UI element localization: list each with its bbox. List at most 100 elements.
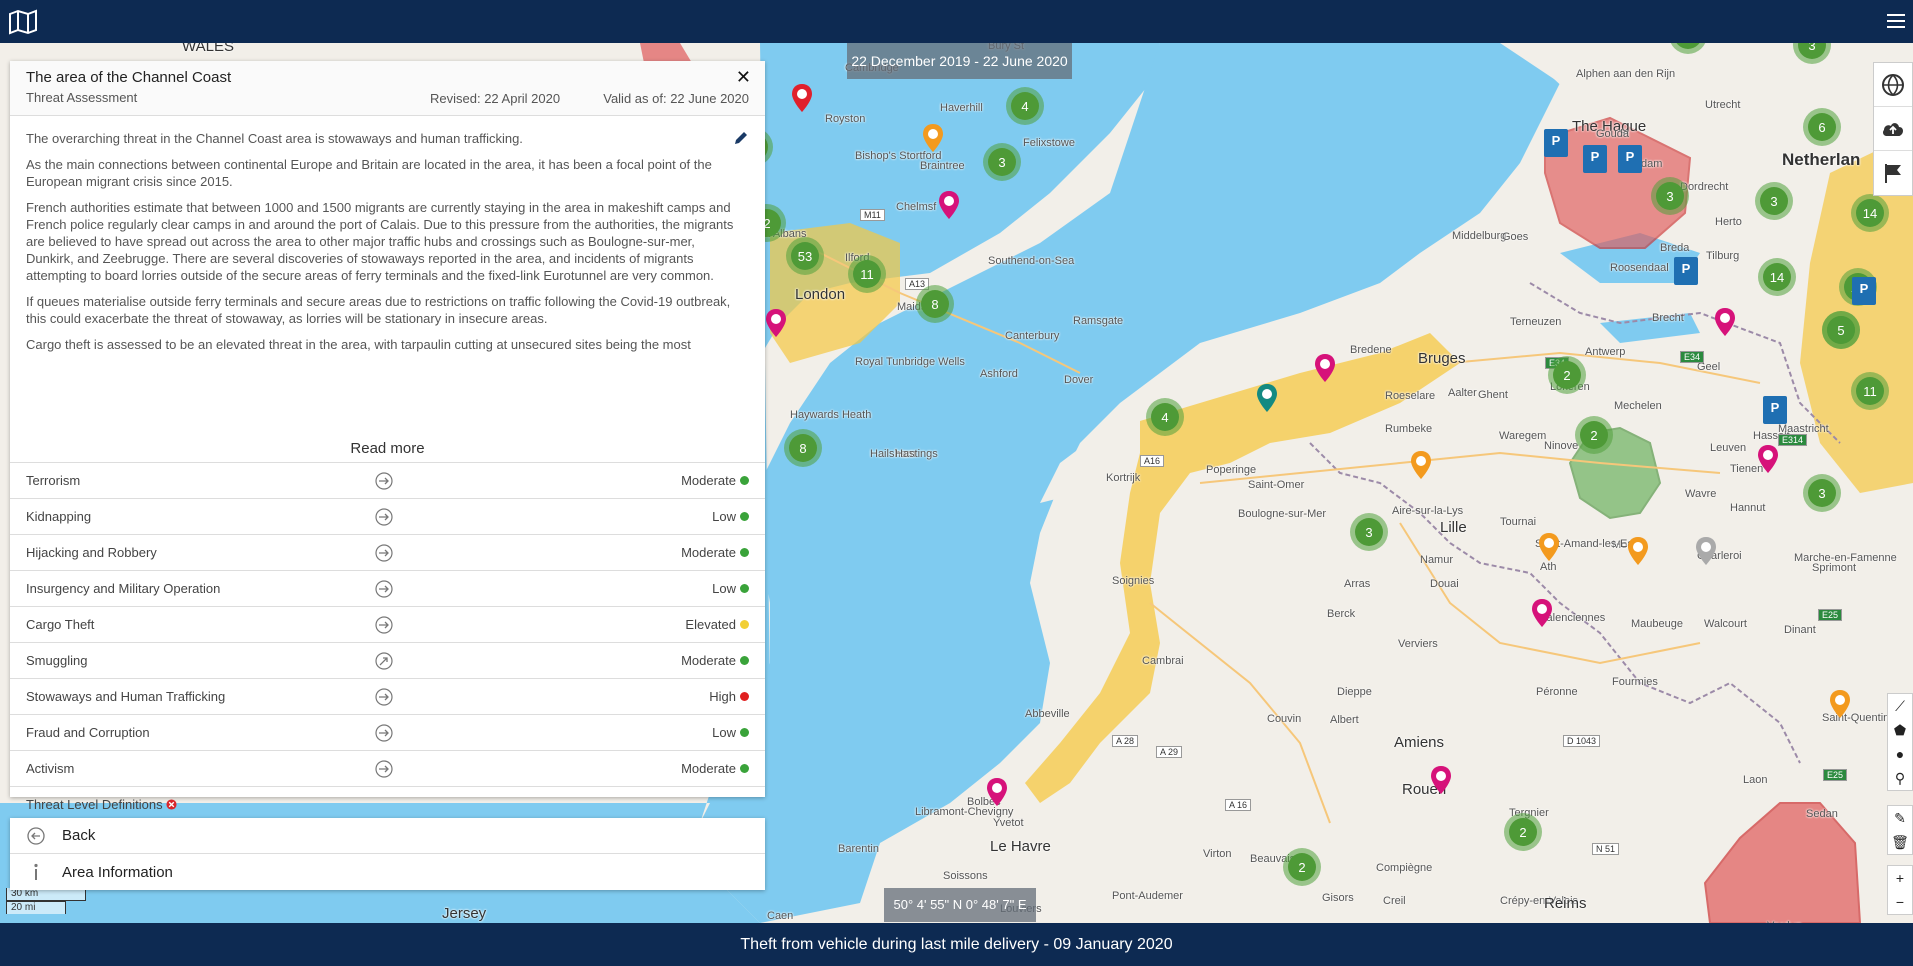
incident-cluster[interactable]: 4 <box>1146 398 1184 436</box>
threat-name: Fraud and Corruption <box>26 725 150 740</box>
threat-level: Moderate <box>681 653 749 668</box>
incident-cluster[interactable]: 5 <box>1822 311 1860 349</box>
hazard-pin-orange-icon[interactable] <box>1410 450 1432 480</box>
threat-level-label: High <box>709 689 736 704</box>
incident-cluster[interactable]: 3 <box>1803 474 1841 512</box>
incident-cluster[interactable]: 2 <box>1575 416 1613 454</box>
incident-cluster[interactable]: 2 <box>1548 356 1586 394</box>
parking-pin-icon[interactable]: P <box>1583 145 1607 173</box>
parking-pin-icon[interactable]: P <box>1618 145 1642 173</box>
incident-cluster[interactable]: 4 <box>1006 87 1044 125</box>
threat-row[interactable]: Stowaways and Human Trafficking High <box>10 678 765 714</box>
delete-layers-button[interactable]: 🗑 <box>1888 830 1912 854</box>
edit-layers-button[interactable]: ✎ <box>1888 806 1912 830</box>
draw-circle-button[interactable]: ● <box>1888 742 1912 766</box>
map-place-label: Southend-on-Sea <box>988 255 1075 267</box>
threat-level-definitions-link[interactable]: Threat Level Definitions <box>10 786 765 822</box>
hazard-pin-magenta-icon[interactable] <box>1314 353 1336 383</box>
parking-pin-icon[interactable]: P <box>1763 396 1787 424</box>
threat-row[interactable]: Terrorism Moderate <box>10 462 765 498</box>
threat-level-label: Moderate <box>681 761 736 776</box>
threat-level-label: Moderate <box>681 653 736 668</box>
cluster-count: 2 <box>1580 421 1608 449</box>
upload-button[interactable] <box>1874 107 1912 151</box>
threat-level-label: Elevated <box>685 617 736 632</box>
flag-button[interactable] <box>1874 151 1912 195</box>
threat-level: High <box>709 689 749 704</box>
incident-cluster[interactable]: 3 <box>1350 513 1388 551</box>
navigation-panel: Back Area Information <box>10 818 765 890</box>
hazard-pin-teal-icon[interactable] <box>1256 383 1278 413</box>
cluster-count: 11 <box>853 260 881 288</box>
threat-row[interactable]: Fraud and Corruption Low <box>10 714 765 750</box>
pencil-icon[interactable] <box>733 130 749 146</box>
hazard-pin-orange-icon[interactable] <box>922 123 944 153</box>
incident-cluster[interactable]: 2 <box>1283 848 1321 886</box>
hazard-pin-magenta-icon[interactable] <box>1430 765 1452 795</box>
hazard-pin-grey-icon[interactable] <box>1695 536 1717 566</box>
incident-cluster[interactable]: 53 <box>786 237 824 275</box>
incident-cluster[interactable]: 8 <box>784 429 822 467</box>
threat-row[interactable]: Cargo Theft Elevated <box>10 606 765 642</box>
hazard-pin-orange-icon[interactable] <box>1538 532 1560 562</box>
incident-cluster[interactable]: 6 <box>1803 108 1841 146</box>
map-place-label: Chelmsf <box>896 201 937 213</box>
road-shield: M11 <box>860 209 885 221</box>
hazard-pin-orange-icon[interactable] <box>1627 536 1649 566</box>
back-button[interactable]: Back <box>10 818 765 854</box>
threat-row[interactable]: Smuggling Moderate <box>10 642 765 678</box>
threat-row[interactable]: Activism Moderate <box>10 750 765 786</box>
panel-title: The area of the Channel Coast <box>26 69 232 86</box>
map-place-label: Amiens <box>1394 734 1445 751</box>
edit-icon: ✎ <box>1894 809 1906 826</box>
incident-ticker[interactable]: Theft from vehicle during last mile deli… <box>0 923 1913 966</box>
threat-row[interactable]: Hijacking and Robbery Moderate <box>10 534 765 570</box>
threat-row[interactable]: Kidnapping Low <box>10 498 765 534</box>
cluster-count: 3 <box>1760 187 1788 215</box>
map-place-label: Royal Tunbridge Wells <box>855 356 965 368</box>
incident-cluster[interactable]: 11 <box>848 255 886 293</box>
area-information-button[interactable]: Area Information <box>10 854 765 890</box>
trend-right-arrow-icon <box>375 544 393 562</box>
threat-level: Elevated <box>685 617 749 632</box>
incident-cluster[interactable]: 14 <box>1758 258 1796 296</box>
incident-cluster[interactable]: 11 <box>1851 372 1889 410</box>
hazard-pin-orange-icon[interactable] <box>1829 689 1851 719</box>
map-place-label: Alphen aan den Rijn <box>1576 68 1676 80</box>
incident-cluster[interactable]: 14 <box>1851 194 1889 232</box>
incident-cluster[interactable]: 3 <box>1755 182 1793 220</box>
hazard-pin-magenta-icon[interactable] <box>938 190 960 220</box>
parking-pin-icon[interactable]: P <box>1674 257 1698 285</box>
zoom-in-button[interactable]: + <box>1888 866 1912 890</box>
incident-cluster[interactable]: 3 <box>983 143 1021 181</box>
draw-marker-button[interactable]: ⚲ <box>1888 766 1912 790</box>
revised-date: Revised: 22 April 2020 <box>430 91 561 106</box>
threat-level: Low <box>712 725 749 740</box>
folded-map-icon[interactable] <box>8 9 38 35</box>
threat-row[interactable]: Insurgency and Military Operation Low <box>10 570 765 606</box>
draw-line-button[interactable]: ⟋ <box>1888 694 1912 718</box>
map-place-label: Kortrijk <box>1106 472 1141 484</box>
hazard-pin-magenta-icon[interactable] <box>1757 444 1779 474</box>
hamburger-icon[interactable] <box>1885 10 1907 32</box>
draw-polygon-button[interactable]: ⬟ <box>1888 718 1912 742</box>
read-more-link[interactable]: Read more <box>10 440 765 462</box>
map-place-label: Sedan <box>1806 808 1838 820</box>
zoom-out-button[interactable]: − <box>1888 890 1912 914</box>
map-place-label: Soissons <box>943 870 988 882</box>
scale-mi: 20 mi <box>6 901 66 914</box>
hazard-pin-magenta-icon[interactable] <box>986 777 1008 807</box>
layers-button[interactable] <box>1874 63 1912 107</box>
hazard-pin-magenta-icon[interactable] <box>1714 307 1736 337</box>
incident-cluster[interactable]: 8 <box>916 285 954 323</box>
parking-pin-icon[interactable]: P <box>1852 277 1876 305</box>
map-place-label: Ramsgate <box>1073 315 1124 327</box>
hazard-pin-magenta-icon[interactable] <box>1531 598 1553 628</box>
close-icon[interactable]: ✕ <box>736 67 751 88</box>
map-place-label: Caen <box>767 910 794 922</box>
incident-cluster[interactable]: 2 <box>1504 813 1542 851</box>
parking-pin-icon[interactable]: P <box>1544 129 1568 157</box>
hazard-pin-red-icon[interactable] <box>791 83 813 113</box>
hazard-pin-magenta-icon[interactable] <box>765 308 787 338</box>
incident-cluster[interactable]: 3 <box>1651 177 1689 215</box>
